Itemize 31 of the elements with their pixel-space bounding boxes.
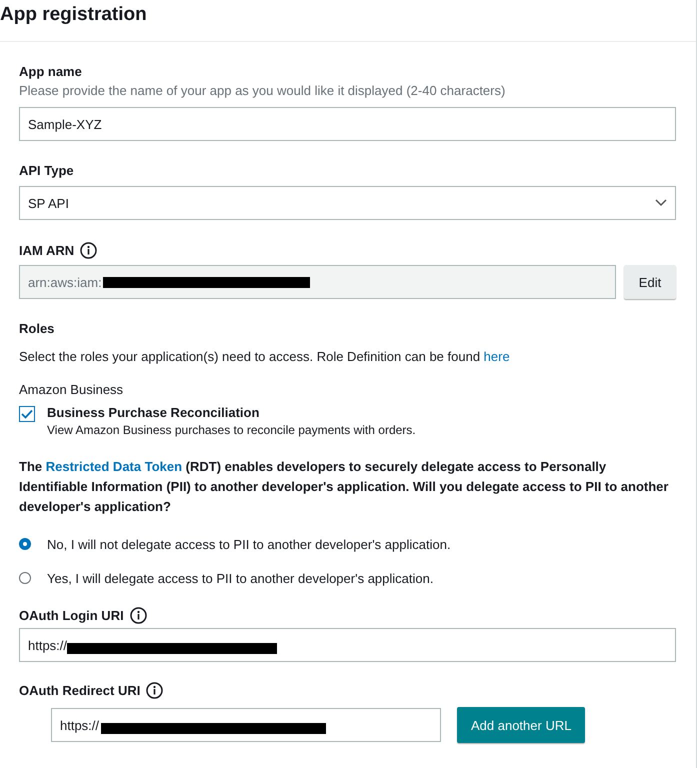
- field-label: OAuth Redirect URI: [19, 683, 140, 698]
- restricted-data-token-link[interactable]: Restricted Data Token: [46, 459, 182, 474]
- field-label: IAM ARN: [19, 243, 74, 258]
- oauth-redirect-field[interactable]: https://: [51, 708, 441, 742]
- info-icon[interactable]: [130, 607, 147, 624]
- radio-button[interactable]: [19, 572, 31, 584]
- info-icon[interactable]: [80, 242, 98, 259]
- api-type-dropdown[interactable]: SP API: [19, 186, 676, 220]
- checkbox[interactable]: [19, 406, 35, 422]
- iam-arn-field[interactable]: arn:aws:iam:: [19, 265, 616, 299]
- oauth-login-field[interactable]: https://: [19, 628, 676, 662]
- radio-label: Yes, I will delegate access to PII to another developer's application.: [47, 570, 434, 586]
- edit-button[interactable]: Edit: [624, 265, 676, 299]
- rdt-question: The Restricted Data Token (RDT) enables developers to securely delegate access to Personally Identifiable Information (PII) to another developer's application. Will you delegate access to PII to another developer's application?: [19, 458, 670, 516]
- here-link[interactable]: here: [484, 349, 510, 364]
- page-title: App registration: [0, 0, 696, 42]
- role-label: Business Purchase Reconciliation: [47, 405, 260, 420]
- section-heading: Roles: [19, 321, 56, 336]
- field-hint: Please provide the name of your app as you would like it displayed (2-40 characters): [19, 83, 506, 98]
- app-name-field[interactable]: Sample-XYZ: [19, 107, 676, 141]
- radio-label: No, I will not delegate access to PII to another developer's application.: [47, 536, 451, 552]
- roles-description: Select the roles your application(s) need to access. Role Definition can be found here: [19, 349, 511, 364]
- role-group-label: Amazon Business: [19, 382, 124, 397]
- radio-button[interactable]: [19, 538, 31, 550]
- field-label: OAuth Login URI: [19, 608, 124, 623]
- chevron-down-icon: [655, 199, 667, 207]
- field-label: API Type: [19, 163, 75, 178]
- field-label: App name: [19, 64, 83, 79]
- role-description: View Amazon Business purchases to reconcile payments with orders.: [47, 423, 416, 437]
- add-url-button[interactable]: Add another URL: [457, 707, 586, 743]
- info-icon[interactable]: [146, 682, 164, 699]
